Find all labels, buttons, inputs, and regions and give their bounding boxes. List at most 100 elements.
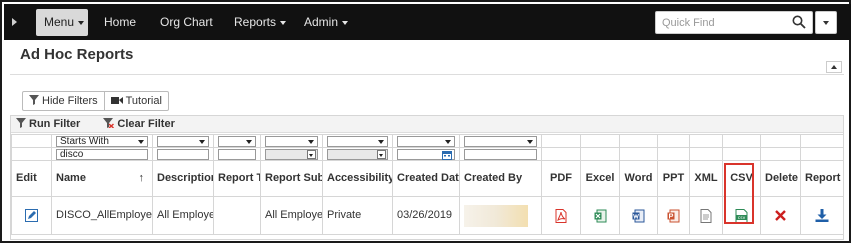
filter-cell-empty: [760, 134, 801, 148]
reports-table: Starts With disco Edit Name ↑ Descriptio…: [11, 134, 844, 235]
delete-x-icon[interactable]: [775, 209, 786, 221]
report-created-date: 03/26/2019: [392, 196, 460, 235]
name-filter-value: disco: [60, 148, 84, 160]
filter-cell-created-by: [459, 147, 542, 161]
delete-cell: [760, 196, 801, 235]
chevron-up-icon: [831, 65, 837, 69]
description-filter-input[interactable]: [157, 148, 209, 160]
created-by-filter-input[interactable]: [464, 148, 537, 160]
hide-filters-button[interactable]: Hide Filters: [23, 92, 104, 110]
menu-button-label: Menu: [44, 15, 75, 29]
filter-cell-created-date: [392, 147, 460, 161]
created-by-operator-select[interactable]: [464, 135, 537, 147]
column-header-ppt: PPT: [657, 160, 690, 197]
funnel-icon: [16, 118, 26, 128]
chevron-down-icon: [308, 139, 314, 144]
chevron-down-icon: [377, 149, 386, 159]
column-header-report-subject[interactable]: Report Subject: [260, 160, 323, 197]
filter-cell-description: [152, 147, 214, 161]
tutorial-button[interactable]: Tutorial: [103, 92, 168, 110]
column-header-created-by[interactable]: Created By: [459, 160, 542, 197]
run-filter-button[interactable]: Run Filter: [16, 118, 93, 130]
xml-cell: [689, 196, 723, 235]
csv-icon[interactable]: csv: [735, 208, 748, 223]
filter-row-values: disco: [11, 147, 844, 161]
redacted-creator-name: [464, 204, 528, 227]
filter-cell-empty: [800, 147, 844, 161]
word-cell: [619, 196, 658, 235]
filter-cell-empty: [800, 134, 844, 148]
nav-home[interactable]: Home: [104, 4, 136, 40]
sort-ascending-icon[interactable]: ↑: [139, 172, 145, 185]
table-row: DISCO_AllEmployees All Employees All Emp…: [11, 196, 844, 235]
report-name[interactable]: DISCO_AllEmployees: [51, 196, 153, 235]
column-header-accessibility[interactable]: Accessibility: [322, 160, 393, 197]
accessibility-filter-select[interactable]: [327, 148, 388, 160]
nav-reports-label: Reports: [234, 15, 277, 29]
top-navbar: Menu Home Org Chart Reports Admin Quick …: [4, 4, 851, 40]
search-icon[interactable]: [792, 15, 806, 29]
filter-cell-empty: [760, 147, 801, 161]
ppt-cell: [657, 196, 690, 235]
quick-find-dropdown-button[interactable]: [815, 11, 837, 34]
pencil-icon[interactable]: [25, 208, 38, 222]
report-subject-filter-select[interactable]: [265, 148, 318, 160]
report-title-filter-input[interactable]: [218, 148, 256, 160]
filter-cell-accessibility: [322, 134, 393, 148]
run-filter-label: Run Filter: [29, 118, 81, 130]
nav-org-chart-label: Org Chart: [160, 15, 213, 29]
name-operator-select[interactable]: Starts With: [56, 135, 148, 147]
column-header-name[interactable]: Name ↑: [51, 160, 153, 197]
description-operator-select[interactable]: [157, 135, 209, 147]
report-subject: All Employees: [260, 196, 323, 235]
powerpoint-icon[interactable]: [667, 209, 680, 223]
clear-filter-label: Clear Filter: [117, 118, 175, 130]
column-header-created-date[interactable]: Created Date: [392, 160, 460, 197]
nav-expand-caret-icon[interactable]: [12, 18, 17, 26]
xml-icon[interactable]: [700, 208, 712, 223]
calendar-icon[interactable]: [442, 150, 452, 160]
clear-filter-button[interactable]: Clear Filter: [103, 118, 184, 130]
collapse-panel-button[interactable]: [826, 61, 842, 73]
column-header-pdf: PDF: [541, 160, 581, 197]
chevron-down-icon: [307, 149, 316, 159]
nav-admin[interactable]: Admin: [304, 4, 349, 40]
column-header-description[interactable]: Description: [152, 160, 214, 197]
nav-org-chart[interactable]: Org Chart: [160, 4, 213, 40]
filter-cell-empty: [722, 134, 761, 148]
excel-cell: [580, 196, 620, 235]
column-header-excel: Excel: [580, 160, 620, 197]
created-date-operator-select[interactable]: [397, 135, 455, 147]
name-operator-value: Starts With: [60, 135, 109, 147]
quick-find-input[interactable]: Quick Find: [655, 11, 813, 34]
csv-cell: csv: [722, 196, 761, 235]
filter-cell-edit: [11, 147, 52, 161]
download-arrow-icon[interactable]: [815, 208, 829, 222]
filter-cell-accessibility: [322, 147, 393, 161]
name-filter-input[interactable]: disco: [56, 148, 148, 160]
report-title-operator-select[interactable]: [218, 135, 256, 147]
filter-cell-empty: [541, 147, 581, 161]
menu-button[interactable]: Menu: [36, 9, 88, 36]
report-subject-operator-select[interactable]: [265, 135, 318, 147]
accessibility-operator-select[interactable]: [327, 135, 388, 147]
chevron-down-icon: [199, 139, 205, 144]
filter-cell-report-subject: [260, 147, 323, 161]
column-header-report-title[interactable]: Report Title: [213, 160, 261, 197]
column-header-csv: CSV: [722, 160, 761, 197]
quick-find-placeholder: Quick Find: [662, 17, 715, 29]
filter-cell-empty: [689, 134, 723, 148]
chevron-down-icon: [445, 139, 451, 144]
word-icon[interactable]: [632, 209, 645, 223]
pdf-icon[interactable]: [555, 208, 567, 223]
excel-icon[interactable]: [594, 209, 607, 223]
column-header-edit: Edit: [11, 160, 52, 197]
clear-funnel-icon: [103, 118, 115, 128]
filter-cell-empty: [580, 134, 620, 148]
filter-cell-edit: [11, 134, 52, 148]
created-date-filter-input[interactable]: [397, 148, 455, 160]
nav-reports[interactable]: Reports: [234, 4, 287, 40]
filter-cell-report-subject: [260, 134, 323, 148]
nav-admin-label: Admin: [304, 15, 339, 29]
report-title: [213, 196, 261, 235]
